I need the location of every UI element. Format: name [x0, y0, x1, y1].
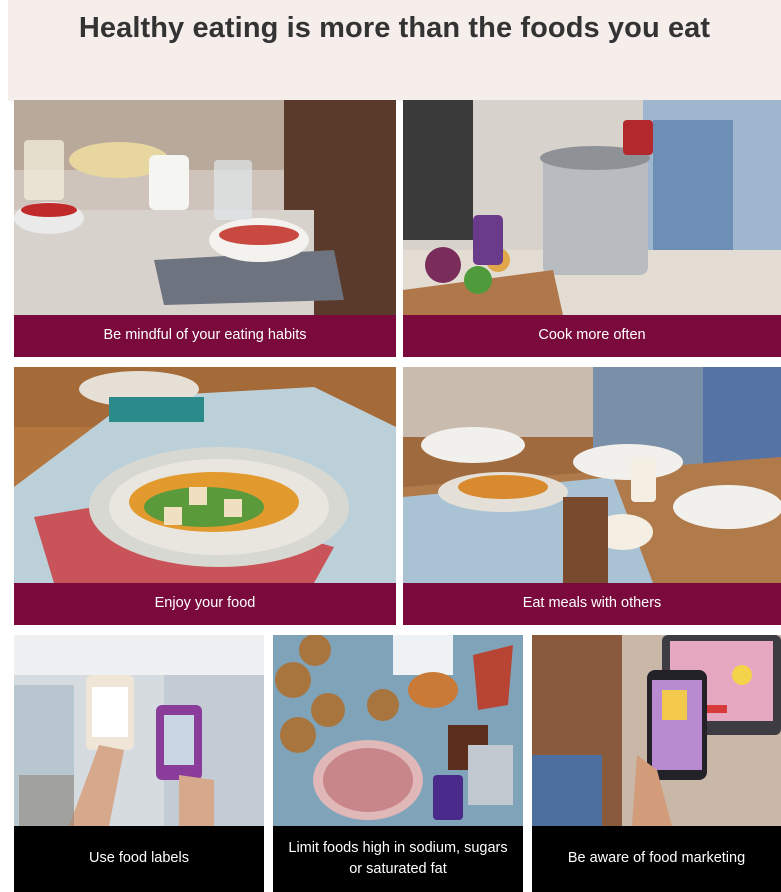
card-label: Be aware of food marketing: [532, 826, 781, 892]
card-food-labels[interactable]: Use food labels: [14, 635, 264, 892]
cooking-pot-photo: [403, 100, 781, 315]
card-label: Cook more often: [403, 315, 781, 357]
junk-food-photo: [273, 635, 523, 826]
shared-meal-photo: [403, 367, 781, 583]
card-label: Enjoy your food: [14, 583, 396, 625]
card-label: Be mindful of your eating habits: [14, 315, 396, 357]
phone-ad-photo: [532, 635, 781, 826]
plated-meal-photo: [14, 367, 396, 583]
card-enjoy-food[interactable]: Enjoy your food: [14, 367, 396, 625]
card-label: Eat meals with others: [403, 583, 781, 625]
page-title: Healthy eating is more than the foods yo…: [78, 12, 711, 44]
card-limit-sodium-sugar-fat[interactable]: Limit foods high in sodium, sugars or sa…: [273, 635, 523, 892]
breakfast-table-photo: [14, 100, 396, 315]
card-eat-with-others[interactable]: Eat meals with others: [403, 367, 781, 625]
card-label: Use food labels: [14, 826, 264, 892]
card-label: Limit foods high in sodium, sugars or sa…: [273, 826, 523, 892]
card-food-marketing[interactable]: Be aware of food marketing: [532, 635, 781, 892]
food-can-labels-photo: [14, 635, 264, 826]
card-cook-more[interactable]: Cook more often: [403, 100, 781, 357]
page: Healthy eating is more than the foods yo…: [0, 0, 781, 892]
card-mindful-eating[interactable]: Be mindful of your eating habits: [14, 100, 396, 357]
